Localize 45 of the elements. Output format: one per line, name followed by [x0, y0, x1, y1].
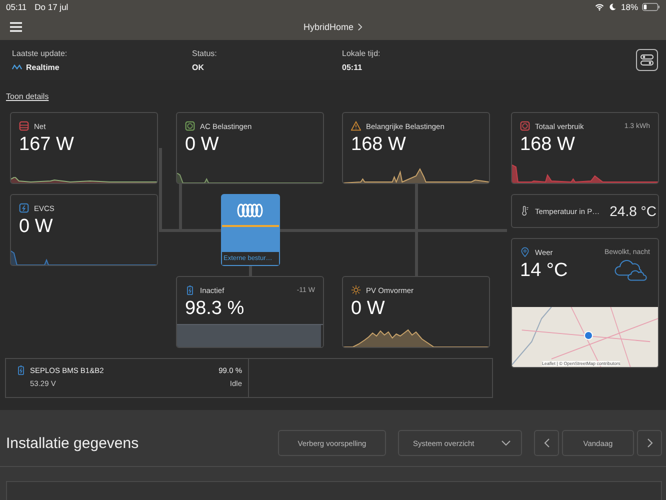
- card-value: 168 W: [350, 133, 407, 156]
- toggles-icon: [640, 54, 654, 66]
- warning-icon: [351, 121, 361, 131]
- wifi-icon: [594, 2, 604, 10]
- card-value: 168 W: [519, 133, 576, 156]
- show-details-link[interactable]: Toon details: [6, 92, 49, 100]
- card-value: 98.3 %: [184, 297, 246, 321]
- status-time: 05:11: [6, 2, 27, 12]
- thermometer-icon: [520, 206, 530, 216]
- battery-icon: [16, 365, 26, 375]
- moon-icon: [608, 2, 617, 10]
- summary-label: Lokale tijd:: [342, 48, 382, 58]
- card-value: 0 W: [350, 297, 386, 320]
- summary-value: 05:11: [342, 62, 362, 72]
- battery-icon: [185, 285, 195, 295]
- wave-icon: [12, 64, 22, 70]
- meter-icon: [520, 121, 530, 131]
- chevron-left-icon: [544, 438, 550, 448]
- summary-value: OK: [192, 62, 204, 72]
- battery-icon: [642, 2, 660, 10]
- site-title-button[interactable]: HybridHome: [298, 20, 368, 32]
- summary-value: Realtime: [26, 62, 60, 72]
- chevron-down-icon: [501, 440, 511, 446]
- card-value: 0 W: [18, 215, 54, 238]
- temperature-value: 24.8 °C: [610, 203, 656, 219]
- sun-icon: [351, 285, 361, 295]
- summary-label: Status:: [192, 48, 218, 58]
- toggles-button[interactable]: [636, 49, 658, 71]
- location-marker-icon: [584, 331, 593, 340]
- menu-icon: [10, 22, 22, 32]
- card-value: 167 W: [18, 133, 75, 156]
- card-value: 0 W: [184, 133, 220, 156]
- chevron-right-icon: [646, 438, 652, 448]
- location-pin-icon: [520, 247, 530, 257]
- outlet-icon: [185, 121, 195, 131]
- grid-icon: [19, 121, 29, 131]
- chevron-right-icon: [358, 22, 362, 30]
- coil-logo-icon: [235, 203, 265, 218]
- section-title: Installatie gegevens: [6, 434, 139, 452]
- battery-percentage: 18%: [620, 2, 638, 12]
- charger-icon: [19, 203, 29, 213]
- card-value: 14 °C: [519, 259, 569, 282]
- cloud-icon: [614, 258, 648, 282]
- status-date: Do 17 jul: [34, 2, 68, 12]
- summary-label: Laatste update:: [12, 48, 68, 58]
